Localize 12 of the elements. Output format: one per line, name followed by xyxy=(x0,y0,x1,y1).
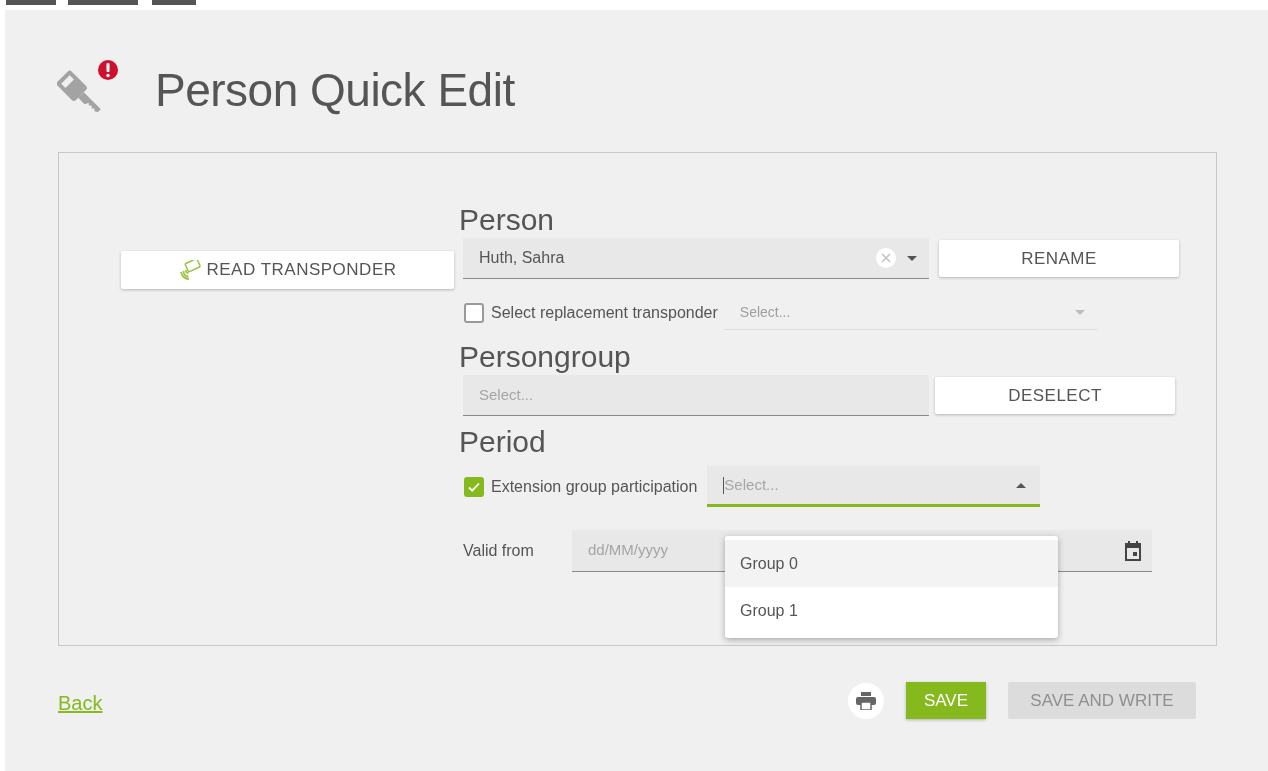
section-heading: Persongroup xyxy=(459,339,632,375)
section-heading: Period xyxy=(459,424,547,460)
page-title: Person Quick Edit xyxy=(155,67,515,113)
section-heading: Person xyxy=(459,202,556,238)
select-value: Huth, Sahra xyxy=(479,248,566,268)
select-placeholder: Select... xyxy=(724,474,780,495)
select-placeholder: Select... xyxy=(479,384,534,405)
checkbox-label: Extension group participation xyxy=(491,476,698,497)
select-placeholder: Select... xyxy=(739,303,792,322)
field-label: Valid from xyxy=(463,541,535,561)
date-placeholder: dd/MM/yyyy xyxy=(588,540,669,561)
checkbox-label: Select replacement transponder xyxy=(491,303,718,323)
